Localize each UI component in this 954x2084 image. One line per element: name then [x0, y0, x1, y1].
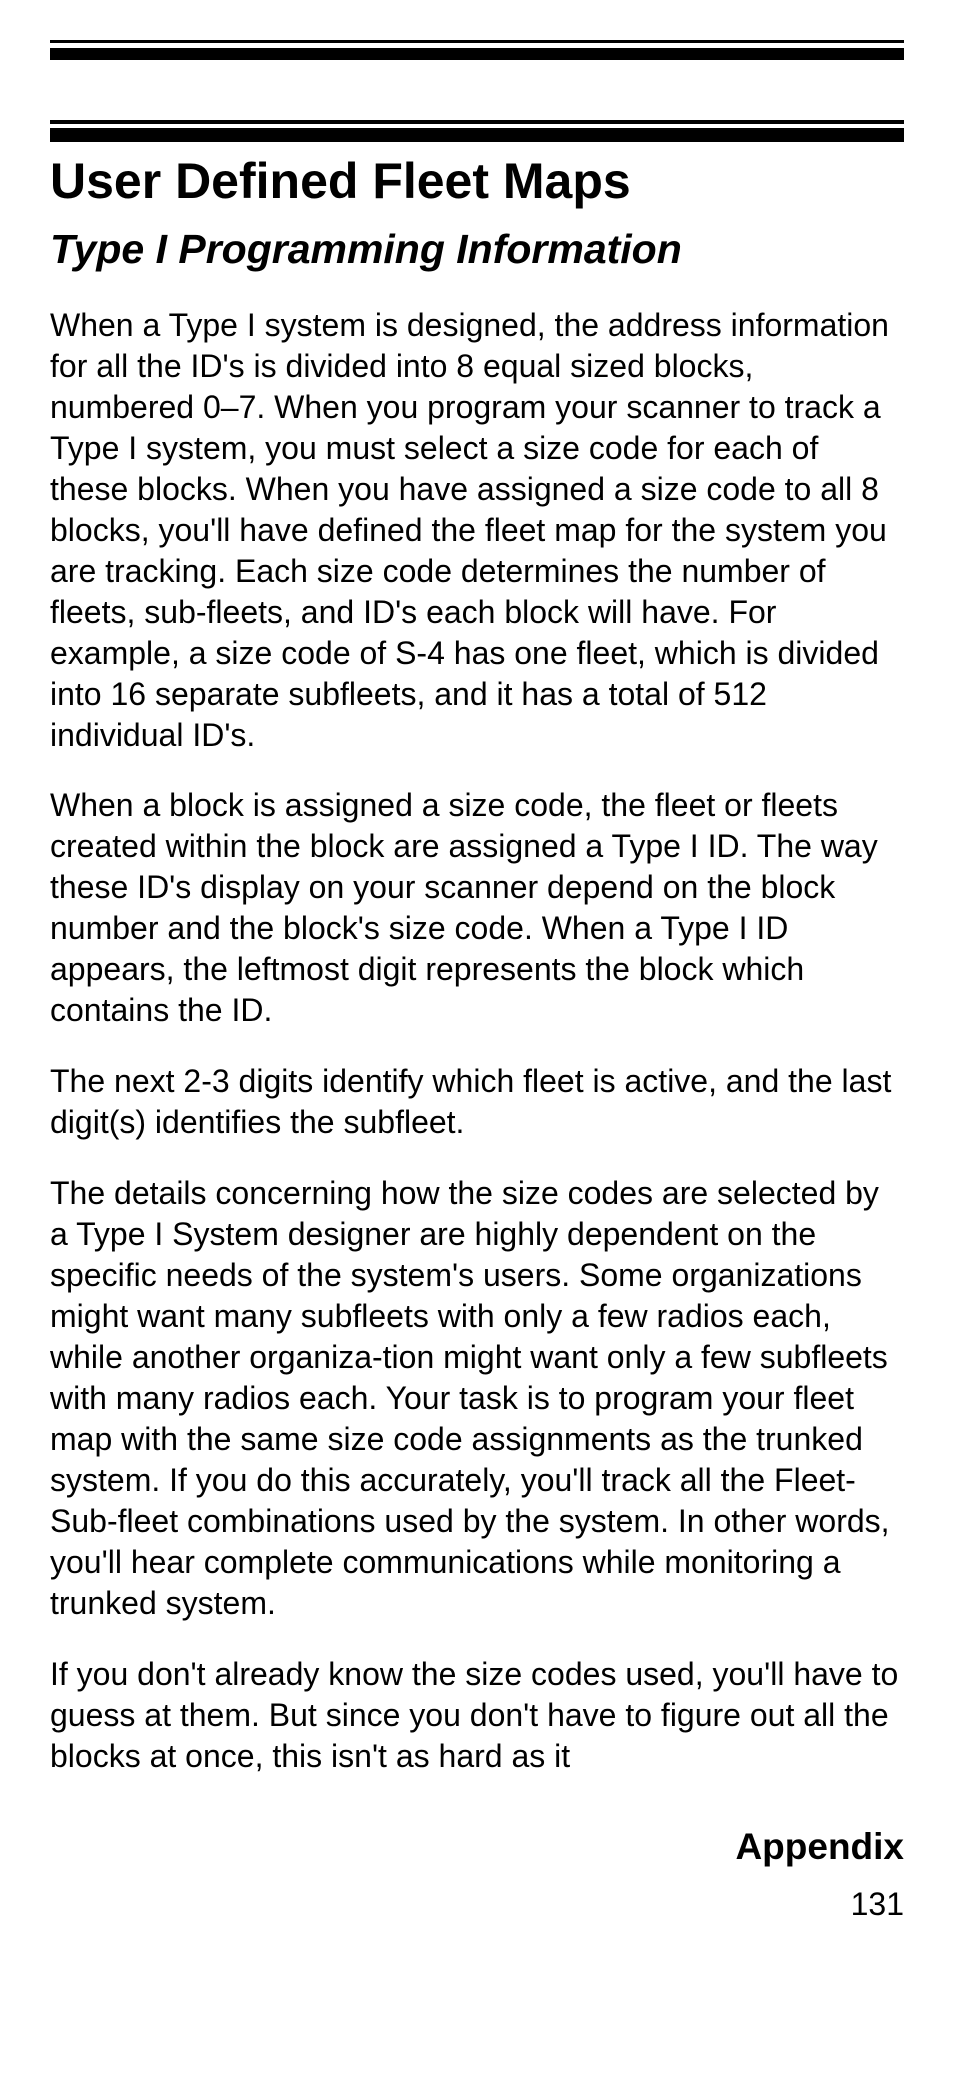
- page-subtitle: Type I Programming Information: [50, 226, 904, 273]
- body-paragraph: The next 2-3 digits identify which fleet…: [50, 1061, 904, 1143]
- body-paragraph: When a Type I system is designed, the ad…: [50, 305, 904, 755]
- body-paragraph: When a block is assigned a size code, th…: [50, 785, 904, 1031]
- page-footer: Appendix 131: [50, 1826, 904, 1923]
- top-rule: [50, 40, 904, 60]
- document-page: User Defined Fleet Maps Type I Programmi…: [0, 0, 954, 1983]
- section-rule: [50, 120, 904, 142]
- footer-section-label: Appendix: [50, 1826, 904, 1868]
- page-title: User Defined Fleet Maps: [50, 152, 904, 210]
- page-number: 131: [50, 1886, 904, 1923]
- body-paragraph: The details concerning how the size code…: [50, 1173, 904, 1623]
- body-paragraph: If you don't already know the size codes…: [50, 1654, 904, 1777]
